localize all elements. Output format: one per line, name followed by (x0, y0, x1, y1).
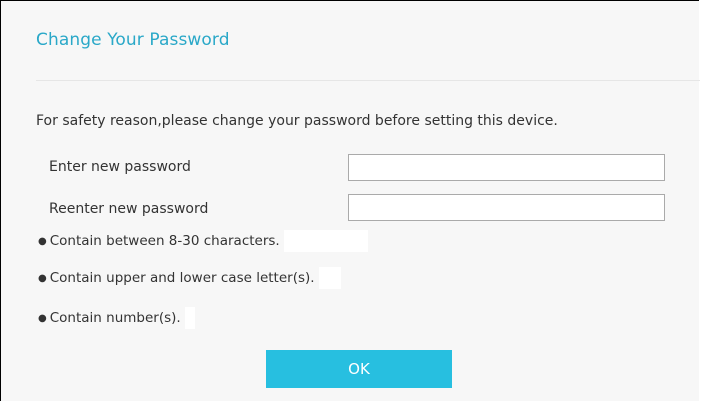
bullet-icon: ● (38, 235, 47, 247)
rule-text: Contain between 8-30 characters. (49, 233, 280, 249)
rule-number: ● Contain number(s). (38, 307, 195, 329)
safety-message: For safety reason,please change your pas… (36, 113, 558, 129)
rule-length: ● Contain between 8-30 characters. (38, 230, 368, 252)
bullet-icon: ● (38, 272, 47, 284)
new-password-label: Enter new password (49, 159, 191, 175)
reenter-password-label: Reenter new password (49, 201, 209, 217)
bullet-icon: ● (38, 312, 47, 324)
rule-text: Contain number(s). (49, 310, 181, 326)
rule-status-indicator (184, 307, 195, 329)
dialog-title: Change Your Password (36, 30, 230, 50)
rule-case: ● Contain upper and lower case letter(s)… (38, 267, 341, 289)
ok-button[interactable]: OK (266, 350, 452, 388)
new-password-input[interactable] (348, 154, 665, 181)
reenter-password-input[interactable] (348, 194, 665, 221)
rule-status-indicator (283, 230, 368, 252)
rule-status-indicator (318, 267, 341, 289)
title-divider (36, 80, 700, 81)
change-password-dialog: Change Your Password For safety reason,p… (0, 0, 700, 401)
rule-text: Contain upper and lower case letter(s). (49, 270, 315, 286)
